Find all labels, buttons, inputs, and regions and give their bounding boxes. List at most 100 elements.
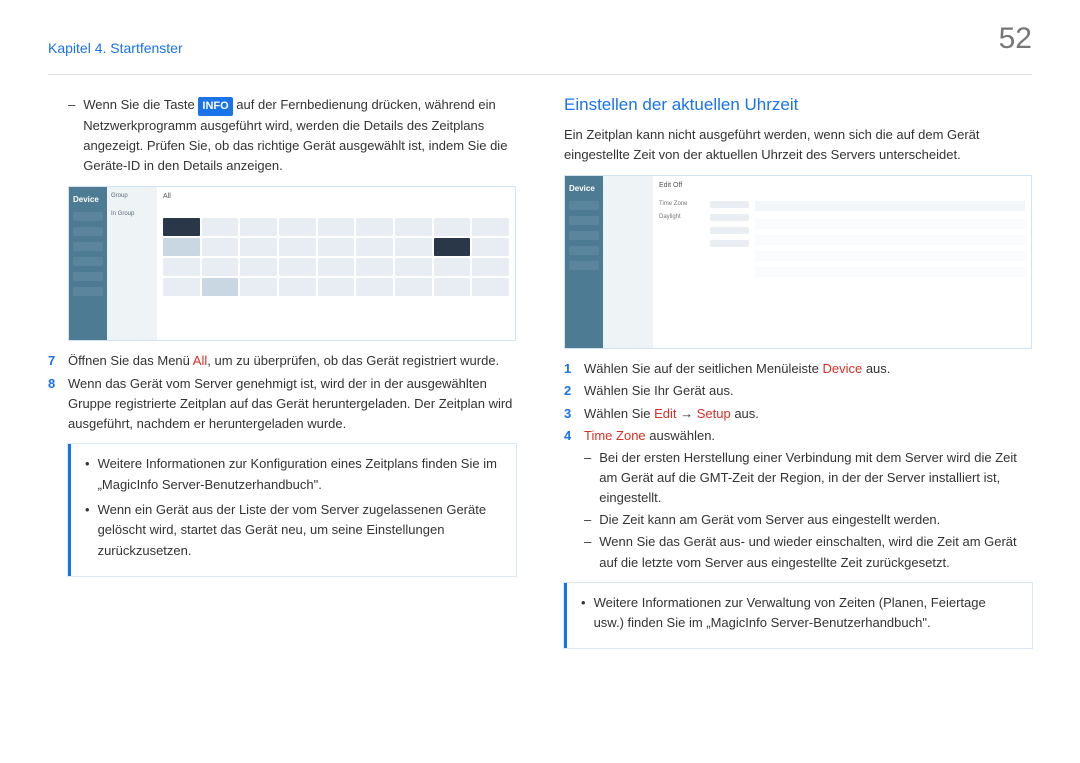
step4-red: Time Zone (584, 428, 646, 443)
dash-bullet: – (68, 95, 75, 176)
step-number: 8 (48, 374, 60, 434)
dash-bullet: – (584, 510, 591, 530)
ss-thumb (434, 258, 471, 276)
ss-thumb (163, 218, 200, 236)
ss-thumb (202, 258, 239, 276)
ss-thumb (318, 278, 355, 296)
note1-text: Weitere Informationen zur Konfiguration … (98, 454, 502, 496)
ss-form-row (659, 227, 749, 234)
ss-thumb (279, 238, 316, 256)
ss-toolbar: All (163, 193, 509, 200)
right-step-2: 2 Wählen Sie Ihr Gerät aus. (564, 381, 1032, 401)
ss-thumb (434, 278, 471, 296)
ss-panel (603, 176, 653, 348)
ss-side-item (73, 272, 103, 281)
ss-table-row (755, 235, 1025, 245)
ss-side-title: Device (73, 195, 103, 204)
ss-side-item (73, 257, 103, 266)
section-title: Einstellen der aktuellen Uhrzeit (564, 95, 1032, 115)
ss-tabs: Edit Off (659, 182, 1025, 189)
ss-thumb (240, 218, 277, 236)
ss-form-row: Time Zone (659, 201, 749, 208)
step7-red: All (193, 353, 207, 368)
ss-thumb (163, 258, 200, 276)
ss-thumb-grid (163, 218, 509, 296)
step3-b: aus. (731, 406, 759, 421)
ss-side-item (569, 231, 599, 240)
ss-thumb (318, 238, 355, 256)
ss-side-item (569, 246, 599, 255)
ss-field-label (659, 240, 698, 247)
right-intro: Ein Zeitplan kann nicht ausgeführt werde… (564, 125, 1032, 165)
screenshot-device-grid: Device Group In Group All (68, 186, 516, 341)
step3-a: Wählen Sie (584, 406, 654, 421)
note-item: Wenn ein Gerät aus der Liste der vom Ser… (85, 500, 502, 562)
dash-bullet: – (584, 532, 591, 572)
ss-side-item (73, 227, 103, 236)
ss-field-input (710, 201, 749, 208)
ss-thumb (163, 238, 200, 256)
right-column: Einstellen der aktuellen Uhrzeit Ein Zei… (564, 95, 1032, 648)
chapter-title: Kapitel 4. Startfenster (48, 40, 183, 56)
ss-sidebar: Device (565, 176, 603, 348)
step1-text: Wählen Sie auf der seitlichen Menüleiste… (584, 359, 890, 379)
step4-b: auswählen. (646, 428, 715, 443)
right-subnote-2: – Die Zeit kann am Gerät vom Server aus … (584, 510, 1032, 530)
ss-thumb (395, 278, 432, 296)
ss-thumb (279, 218, 316, 236)
ss-side-item (569, 201, 599, 210)
ss-thumb (202, 278, 239, 296)
ss-thumb (240, 238, 277, 256)
right-step-4: 4 Time Zone auswählen. (564, 426, 1032, 446)
ss-field-label: Daylight (659, 214, 698, 221)
dash-bullet: – (584, 448, 591, 508)
ss-thumb (356, 278, 393, 296)
ss-thumb (163, 278, 200, 296)
step1-a: Wählen Sie auf der seitlichen Menüleiste (584, 361, 822, 376)
ss-sidebar: Device (69, 187, 107, 340)
right-note-box: Weitere Informationen zur Verwaltung von… (564, 583, 1032, 649)
ss-field-input (710, 214, 749, 221)
step7-a: Öffnen Sie das Menü (68, 353, 193, 368)
ss-thumb (434, 238, 471, 256)
left-column: – Wenn Sie die Taste INFO auf der Fernbe… (48, 95, 516, 648)
info-badge: INFO (198, 97, 232, 116)
ss-thumb (472, 238, 509, 256)
ss-thumb (202, 238, 239, 256)
ss-field-input (710, 240, 749, 247)
left-para1: Wenn Sie die Taste INFO auf der Fernbedi… (83, 95, 516, 176)
ss-side-item (569, 261, 599, 270)
ss-thumb (472, 218, 509, 236)
ss-thumb (279, 278, 316, 296)
sub1-text: Bei der ersten Herstellung einer Verbind… (599, 448, 1032, 508)
ss-thumb (202, 218, 239, 236)
left-note-dash: – Wenn Sie die Taste INFO auf der Fernbe… (68, 95, 516, 176)
step-number: 7 (48, 351, 60, 371)
ss-thumb (472, 258, 509, 276)
ss-thumb (472, 278, 509, 296)
page-header: Kapitel 4. Startfenster 52 (48, 40, 1032, 56)
step3-red1: Edit (654, 406, 676, 421)
step-number: 1 (564, 359, 576, 379)
sub2-text: Die Zeit kann am Gerät vom Server aus ei… (599, 510, 940, 530)
step1-red: Device (822, 361, 862, 376)
screenshot-time-settings: Device Edit Off Time Zone Daylight (564, 175, 1032, 349)
ss-thumb (395, 258, 432, 276)
ss-field-input (710, 227, 749, 234)
ss-form-row (659, 240, 749, 247)
note-item: Weitere Informationen zur Konfiguration … (85, 454, 502, 496)
ss-table-row (755, 267, 1025, 277)
step3-red2: Setup (697, 406, 731, 421)
note2-text: Wenn ein Gerät aus der Liste der vom Ser… (98, 500, 502, 562)
step3-text: Wählen Sie Edit → Setup aus. (584, 404, 759, 424)
ss-side-item (73, 212, 103, 221)
ss-side-title: Device (569, 184, 599, 193)
ss-panel-label: In Group (111, 211, 153, 217)
ss-thumb (395, 238, 432, 256)
ss-table-row (755, 219, 1025, 229)
step4-text: Time Zone auswählen. (584, 426, 715, 446)
ss-side-item (73, 287, 103, 296)
left-para1-a: Wenn Sie die Taste (83, 97, 198, 112)
ss-field-label: Time Zone (659, 201, 698, 208)
ss-thumb (395, 218, 432, 236)
